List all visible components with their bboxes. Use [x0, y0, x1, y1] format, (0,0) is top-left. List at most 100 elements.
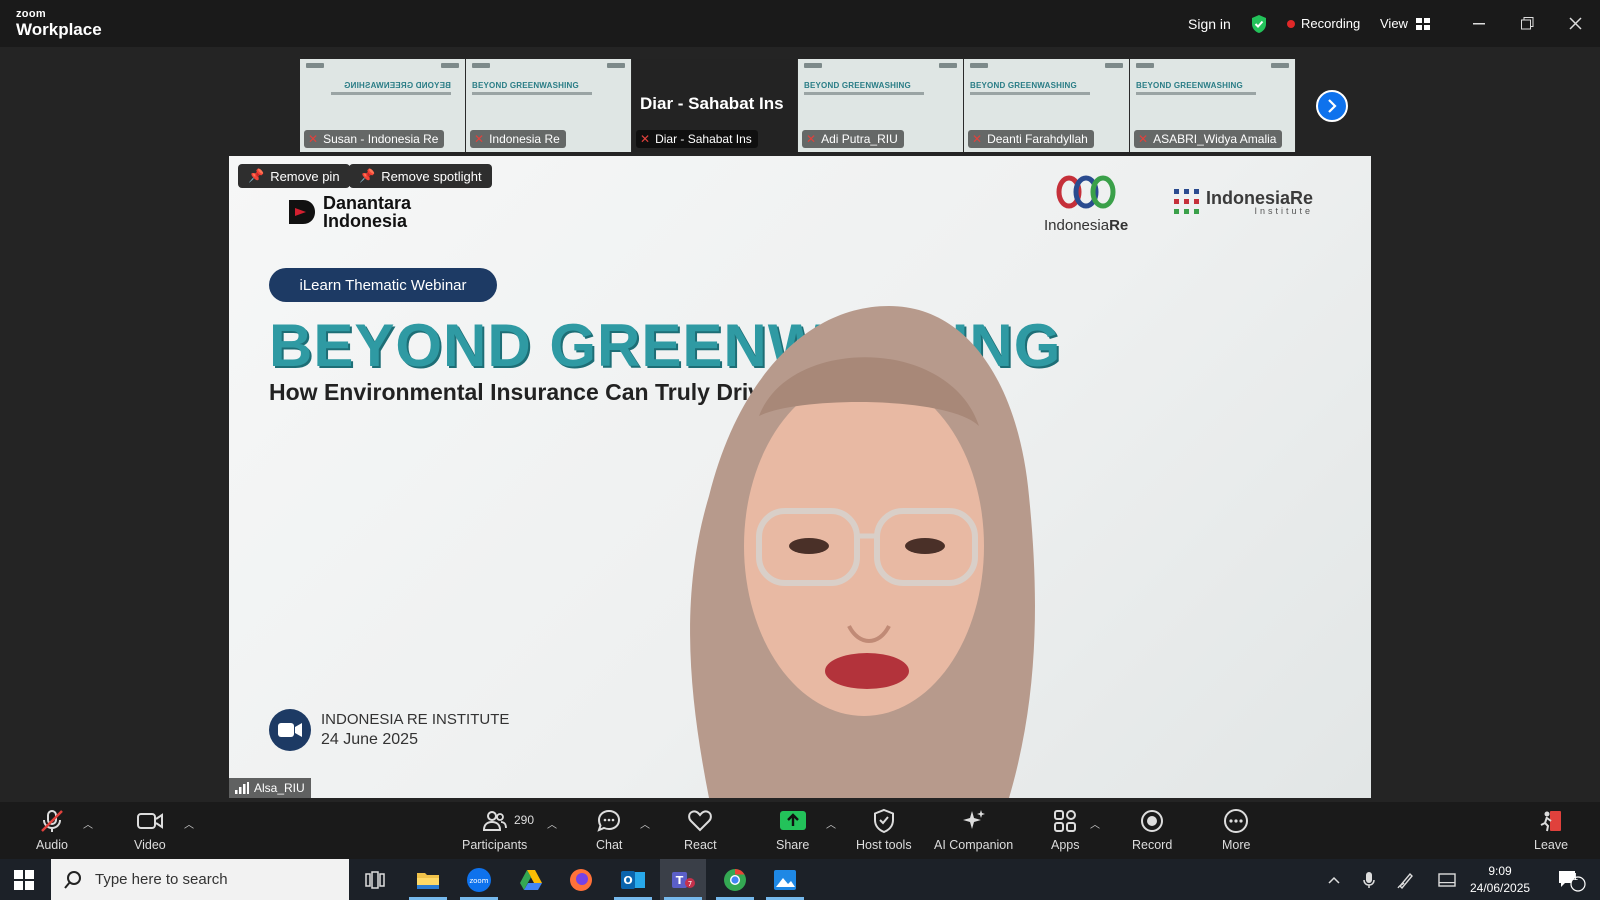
taskbar-clock[interactable]: 9:09 24/06/2025: [1470, 863, 1530, 897]
participant-tile[interactable]: BEYOND GREENWASHING ✕ Adi Putra_RIU: [798, 59, 964, 152]
close-icon[interactable]: [1552, 0, 1598, 47]
speaker-name-tag: Alsa_RIU: [229, 778, 311, 798]
participant-name-tag: ✕ Deanti Farahdyllah: [968, 130, 1094, 148]
encryption-shield-icon[interactable]: [1250, 0, 1268, 47]
grid-view-icon: [1415, 17, 1430, 30]
muted-mic-icon: ✕: [308, 132, 319, 146]
microphone-icon[interactable]: [1355, 859, 1383, 900]
participant-display-name: Diar - Sahabat Ins: [640, 94, 784, 113]
svg-text:zoom: zoom: [469, 877, 488, 885]
indonesia-re-institute-logo: IndonesiaRe Institute: [1174, 188, 1313, 216]
gallery-strip: BEYOND GREENWASHING ✕ Susan - Indonesia …: [300, 59, 1296, 152]
muted-microphone-icon: [41, 810, 63, 832]
brand-top: zoom: [16, 8, 46, 20]
participant-name-tag: ✕ ASABRI_Widya Amalia: [1134, 130, 1283, 148]
webinar-label: iLearn Thematic Webinar: [269, 268, 497, 302]
notification-count: 21: [1567, 872, 1579, 883]
main-video-stage[interactable]: 📌 Remove pin 📌 Remove spotlight Danantar…: [229, 156, 1371, 798]
file-explorer-icon[interactable]: [405, 859, 451, 900]
brand-bottom: Workplace: [16, 20, 102, 39]
participant-tile[interactable]: BEYOND GREENWASHING ✕ Deanti Farahdyllah: [964, 59, 1130, 152]
share-screen-icon: [779, 811, 806, 830]
teams-icon[interactable]: T7: [660, 859, 706, 900]
pen-icon[interactable]: [1392, 859, 1420, 900]
photos-app-icon[interactable]: [762, 859, 808, 900]
display-icon[interactable]: [1433, 859, 1461, 900]
gallery-next-button[interactable]: [1316, 90, 1348, 122]
audio-options-chevron-icon[interactable]: ︿: [83, 816, 93, 831]
dots-grid-icon: [1174, 189, 1199, 214]
minimize-icon[interactable]: [1456, 0, 1502, 47]
more-button[interactable]: More: [1222, 808, 1250, 852]
zoom-workplace-logo: zoom Workplace: [16, 8, 102, 39]
participant-name-tag: ✕ Diar - Sahabat Ins: [636, 130, 758, 148]
search-icon: [64, 870, 81, 889]
remove-pin-button[interactable]: 📌 Remove pin: [238, 164, 350, 188]
svg-text:T: T: [676, 874, 684, 887]
chevron-right-icon: [1328, 99, 1337, 113]
indonesia-re-logo: IndonesiaRe: [1044, 174, 1128, 234]
recording-indicator[interactable]: Recording: [1287, 0, 1360, 47]
remove-spotlight-button[interactable]: 📌 Remove spotlight: [349, 164, 492, 188]
windows-start-icon[interactable]: [14, 870, 34, 895]
sign-in-button[interactable]: Sign in: [1188, 0, 1231, 47]
apps-options-chevron-icon[interactable]: ︿: [1090, 816, 1100, 831]
view-button[interactable]: View: [1380, 0, 1430, 47]
notification-center-icon[interactable]: 21: [1552, 859, 1592, 900]
view-label: View: [1380, 16, 1408, 31]
task-view-icon[interactable]: [352, 859, 398, 900]
host-tools-button[interactable]: Host tools: [856, 808, 912, 852]
record-icon: [1141, 810, 1164, 832]
muted-mic-icon: ✕: [640, 132, 651, 146]
firefox-icon[interactable]: [558, 859, 604, 900]
participant-tile[interactable]: BEYOND GREENWASHING ✕ ASABRI_Widya Amali…: [1130, 59, 1296, 152]
participant-tile[interactable]: BEYOND GREENWASHING ✕ Susan - Indonesia …: [300, 59, 466, 152]
video-camera-icon: [136, 813, 163, 829]
chat-bubble-icon: [597, 809, 621, 832]
search-placeholder: Type here to search: [95, 871, 228, 888]
apps-button[interactable]: Apps: [1051, 808, 1080, 852]
audio-button[interactable]: Audio: [36, 808, 68, 852]
participant-tile[interactable]: Diar - Sahabat Ins ✕ Diar - Sahabat Ins: [632, 59, 798, 152]
pin-icon: 📌: [248, 168, 265, 183]
muted-mic-icon: ✕: [1138, 132, 1149, 146]
apps-icon: [1054, 810, 1077, 832]
google-drive-icon[interactable]: [508, 859, 554, 900]
record-button[interactable]: Record: [1132, 808, 1172, 852]
participant-name-tag: ✕ Susan - Indonesia Re: [304, 130, 445, 148]
restore-icon[interactable]: [1504, 0, 1550, 47]
title-bar: zoom Workplace Sign in Recording View: [0, 0, 1600, 47]
video-button[interactable]: Video: [134, 808, 166, 852]
muted-mic-icon: ✕: [474, 132, 485, 146]
taskbar-search-box[interactable]: Type here to search: [51, 859, 349, 900]
organizer-block: INDONESIA RE INSTITUTE 24 June 2025: [269, 709, 509, 751]
recording-dot-icon: [1287, 19, 1295, 28]
signal-bars-icon: [235, 782, 249, 794]
chat-options-chevron-icon[interactable]: ︿: [640, 816, 650, 831]
zoom-app-icon[interactable]: zoom: [456, 859, 502, 900]
more-dots-icon: [1224, 809, 1249, 833]
share-button[interactable]: Share: [776, 808, 809, 852]
leave-door-icon: [1540, 811, 1562, 832]
video-options-chevron-icon[interactable]: ︿: [184, 816, 194, 831]
event-date: 24 June 2025: [321, 731, 418, 748]
chevron-up-icon[interactable]: [1320, 859, 1348, 900]
camera-icon: [269, 709, 311, 751]
danantara-mark-icon: [289, 200, 315, 224]
organizer-name: INDONESIA RE INSTITUTE: [321, 711, 510, 728]
chrome-icon[interactable]: [712, 859, 758, 900]
share-options-chevron-icon[interactable]: ︿: [826, 816, 836, 831]
leave-button[interactable]: Leave: [1534, 808, 1568, 852]
participant-name-tag: ✕ Adi Putra_RIU: [802, 130, 904, 148]
ai-companion-button[interactable]: AI Companion: [934, 808, 1013, 852]
sparkle-icon: [962, 810, 985, 829]
windows-taskbar: Type here to search zoom O T7 9:09 24/06…: [0, 859, 1600, 900]
participants-options-chevron-icon[interactable]: ︿: [547, 816, 557, 831]
participant-tile[interactable]: BEYOND GREENWASHING ✕ Indonesia Re: [466, 59, 632, 152]
react-button[interactable]: React: [684, 808, 717, 852]
outlook-icon[interactable]: O: [610, 859, 656, 900]
sign-in-label: Sign in: [1188, 15, 1231, 32]
participants-icon: [482, 811, 507, 831]
recording-label: Recording: [1301, 16, 1361, 31]
chat-button[interactable]: Chat: [596, 808, 622, 852]
